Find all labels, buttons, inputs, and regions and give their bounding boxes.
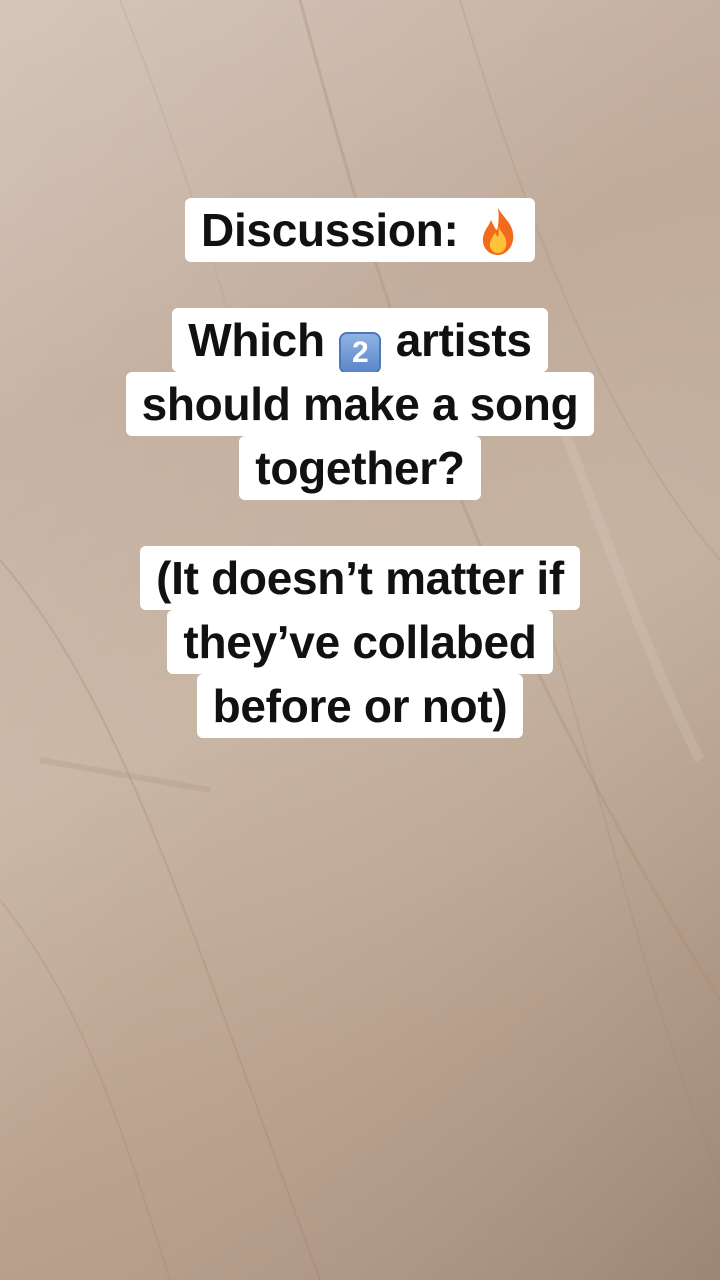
caption-text: Which [188,314,325,366]
keycap-2-icon: 2 [339,332,382,374]
caption-text: artists [395,314,532,366]
fire-icon [482,208,514,255]
caption-overlay: Discussion: Which 2 artists should make … [0,198,720,738]
question-caption: Which 2 artists should make a song toget… [125,308,595,500]
caption-line: they’ve collabed [167,610,553,674]
caption-line: Discussion: [185,198,535,262]
caption-line: together? [239,436,481,500]
caption-line: before or not) [196,674,524,738]
discussion-label: Discussion: [201,204,459,256]
note-caption: (It doesn’t matter if they’ve collabed b… [140,546,580,738]
caption-line: (It doesn’t matter if [140,546,580,610]
caption-line: should make a song [125,372,595,436]
discussion-caption: Discussion: [185,198,535,262]
caption-line: Which 2 artists [172,308,548,374]
